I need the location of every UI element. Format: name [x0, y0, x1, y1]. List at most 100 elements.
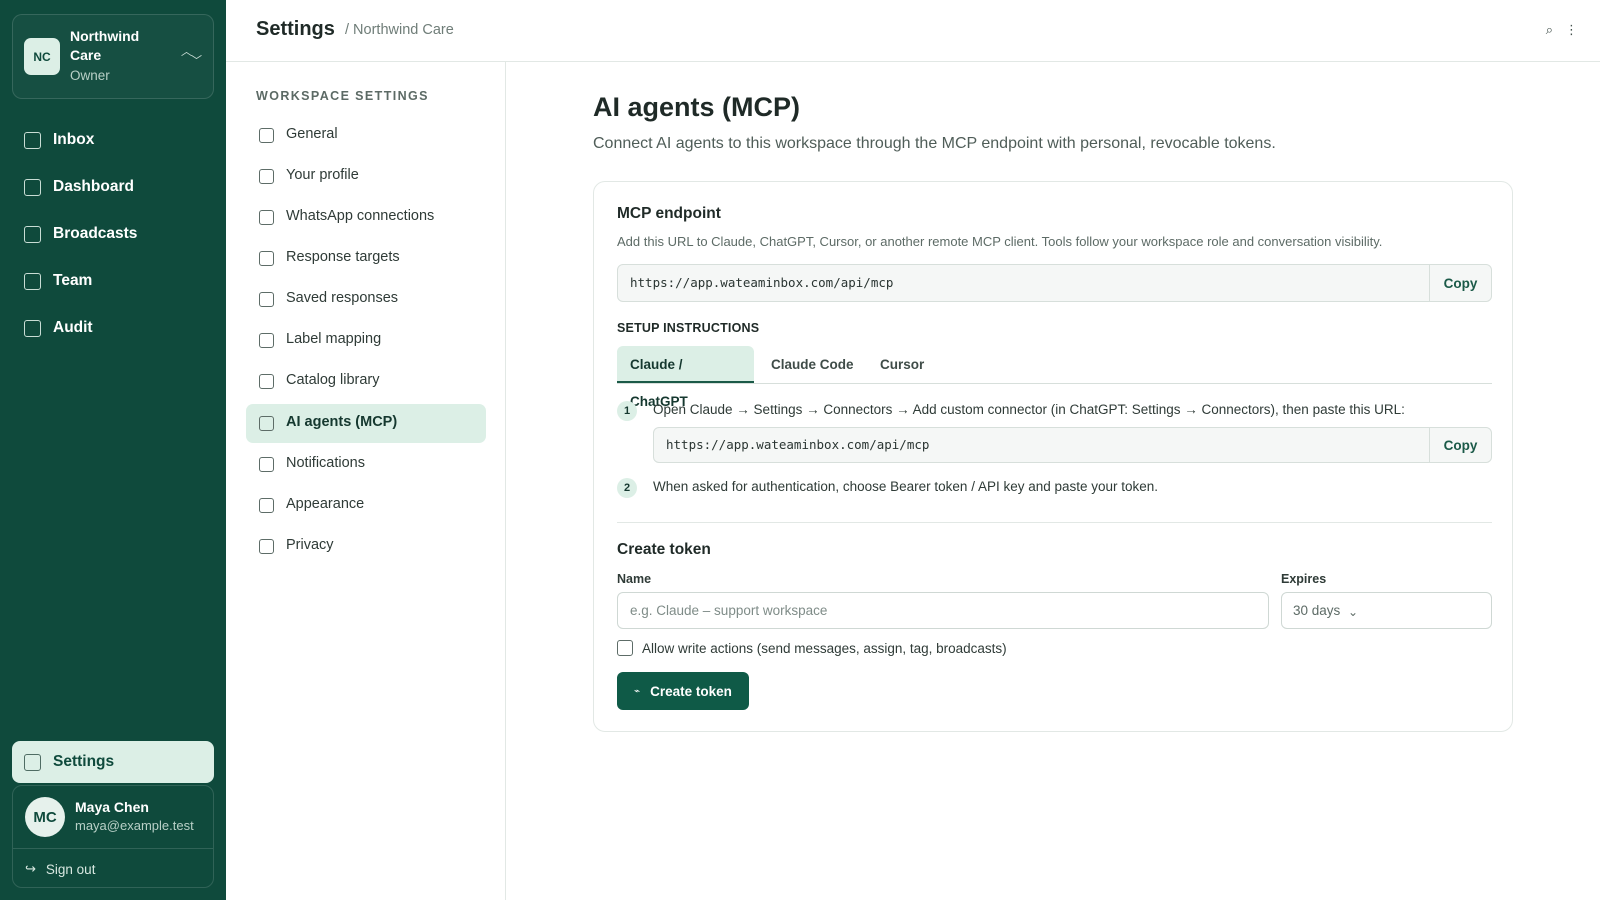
settings-item-label: Your profile	[286, 167, 359, 183]
setup-tabs: Claude / ChatGPT Claude Code Cursor	[617, 346, 1492, 409]
sign-out-button[interactable]: ↪ Sign out	[25, 859, 95, 879]
endpoint-url[interactable]: https://app.wateaminbox.com/api/mcp	[630, 265, 893, 301]
search-icon[interactable]: ⌕	[1546, 22, 1553, 38]
copy-endpoint-button[interactable]: Copy	[1429, 265, 1491, 301]
key-icon: ⌁	[634, 685, 641, 697]
target-icon	[259, 251, 274, 266]
settings-item-label: Response targets	[286, 249, 400, 265]
create-token-button[interactable]: ⌁ Create token	[617, 672, 749, 710]
endpoint-description: Add this URL to Claude, ChatGPT, Cursor,…	[617, 234, 1383, 249]
section-subtitle: Connect AI agents to this workspace thro…	[593, 135, 1276, 152]
settings-item-label: AI agents (MCP)	[286, 414, 398, 430]
create-token-title: Create token	[617, 541, 711, 558]
settings-item-label: General	[286, 126, 338, 142]
endpoint-title: MCP endpoint	[617, 205, 721, 222]
nav-item-label: Settings	[53, 753, 115, 770]
settings-item-label: Privacy	[286, 537, 334, 553]
broadcasts-icon	[24, 225, 41, 243]
settings-icon	[24, 753, 41, 771]
settings-nav-heading: WORKSPACE SETTINGS	[256, 89, 429, 103]
divider	[617, 522, 1492, 523]
user-email: maya@example.test	[75, 818, 194, 833]
audit-icon	[24, 319, 41, 337]
section-title: AI agents (MCP)	[593, 92, 801, 122]
team-icon	[24, 272, 41, 290]
divider	[13, 848, 213, 849]
nav-item-settings[interactable]: Settings	[12, 741, 214, 783]
nav-item-broadcasts[interactable]: Broadcasts	[12, 214, 214, 254]
workspace-name: Northwind Care	[70, 28, 140, 63]
allow-write-checkbox[interactable]	[617, 640, 633, 656]
nav-item-team[interactable]: Team	[12, 261, 214, 301]
settings-nav: WORKSPACE SETTINGS General Your profile …	[226, 62, 506, 900]
settings-item-response-targets[interactable]: Response targets	[246, 239, 486, 278]
settings-item-general[interactable]: General	[246, 116, 486, 155]
settings-item-whatsapp-connections[interactable]: WhatsApp connections	[246, 198, 486, 237]
endpoint-url-field[interactable]: https://app.wateaminbox.com/api/mcp Copy	[617, 264, 1492, 302]
token-name-input[interactable]	[617, 592, 1269, 629]
nav-item-label: Team	[53, 272, 93, 289]
workspace-role: Owner	[70, 68, 110, 83]
step-number: 2	[617, 478, 637, 498]
expires-label: Expires	[1281, 572, 1327, 586]
allow-write-label: Allow write actions (send messages, assi…	[642, 640, 1007, 656]
sign-out-label: Sign out	[45, 861, 96, 877]
top-header: Settings / Northwind Care ⌕ ⋮	[226, 0, 1600, 62]
allow-write-row[interactable]: Allow write actions (send messages, assi…	[617, 639, 1007, 657]
settings-item-label: Catalog library	[286, 372, 380, 388]
ai-agent-icon	[259, 416, 274, 431]
nav-item-label: Dashboard	[53, 178, 134, 195]
create-token-label: Create token	[650, 683, 732, 699]
header-actions: ⌕ ⋮	[1546, 22, 1578, 38]
more-vertical-icon[interactable]: ⋮	[1565, 22, 1578, 38]
nav-item-label: Broadcasts	[53, 225, 138, 242]
step-number: 1	[617, 401, 637, 421]
tab-cursor[interactable]: Cursor	[867, 346, 937, 383]
tab-claude-chatgpt[interactable]: Claude / ChatGPT	[617, 346, 754, 409]
name-label: Name	[617, 572, 652, 586]
dashboard-icon	[24, 178, 41, 196]
appearance-icon	[259, 498, 274, 513]
label-icon	[259, 333, 274, 348]
settings-item-appearance[interactable]: Appearance	[246, 486, 486, 525]
tab-claude-code[interactable]: Claude Code	[758, 346, 867, 383]
settings-item-label: WhatsApp connections	[286, 208, 435, 224]
user-card: MC Maya Chen maya@example.test ↪ Sign ou…	[12, 785, 214, 888]
setup-url[interactable]: https://app.wateaminbox.com/api/mcp	[666, 428, 929, 462]
step-text: When asked for authentication, choose Be…	[653, 479, 1159, 494]
general-icon	[259, 128, 274, 143]
workspace-badge: NC	[24, 38, 60, 75]
breadcrumb[interactable]: / Northwind Care	[345, 22, 454, 38]
settings-item-label: Saved responses	[286, 290, 399, 306]
catalog-icon	[259, 374, 274, 389]
nav-item-inbox[interactable]: Inbox	[12, 120, 214, 160]
nav-item-label: Audit	[53, 319, 93, 336]
copy-setup-url-button[interactable]: Copy	[1429, 428, 1491, 462]
settings-item-saved-responses[interactable]: Saved responses	[246, 280, 486, 319]
settings-item-label: Label mapping	[286, 331, 382, 347]
chevron-up-down-icon[interactable]: ︿ ﹀	[179, 41, 203, 67]
bell-icon	[259, 457, 274, 472]
nav-item-audit[interactable]: Audit	[12, 308, 214, 348]
setup-url-field[interactable]: https://app.wateaminbox.com/api/mcp Copy	[653, 427, 1492, 463]
settings-item-label-mapping[interactable]: Label mapping	[246, 321, 486, 360]
settings-item-notifications[interactable]: Notifications	[246, 445, 486, 484]
privacy-icon	[259, 539, 274, 554]
whatsapp-icon	[259, 210, 274, 225]
avatar[interactable]: MC	[25, 797, 65, 837]
nav-item-dashboard[interactable]: Dashboard	[12, 167, 214, 207]
settings-item-your-profile[interactable]: Your profile	[246, 157, 486, 196]
settings-item-ai-agents[interactable]: AI agents (MCP)	[246, 404, 486, 443]
inbox-icon	[24, 131, 41, 149]
settings-item-privacy[interactable]: Privacy	[246, 527, 486, 566]
app-sidebar: NC Northwind Care Owner ︿ ﹀ Inbox Dashbo…	[0, 0, 226, 900]
expires-select[interactable]: 30 days ⌄	[1281, 592, 1492, 629]
chevron-down-icon: ⌄	[1348, 605, 1359, 619]
settings-item-catalog-library[interactable]: Catalog library	[246, 362, 486, 401]
settings-item-label: Notifications	[286, 455, 365, 471]
workspace-switcher[interactable]: NC Northwind Care Owner ︿ ﹀	[12, 14, 214, 99]
mcp-card: MCP endpoint Add this URL to Claude, Cha…	[593, 181, 1513, 732]
saved-responses-icon	[259, 292, 274, 307]
profile-icon	[259, 169, 274, 184]
expires-value: 30 days	[1293, 603, 1341, 618]
